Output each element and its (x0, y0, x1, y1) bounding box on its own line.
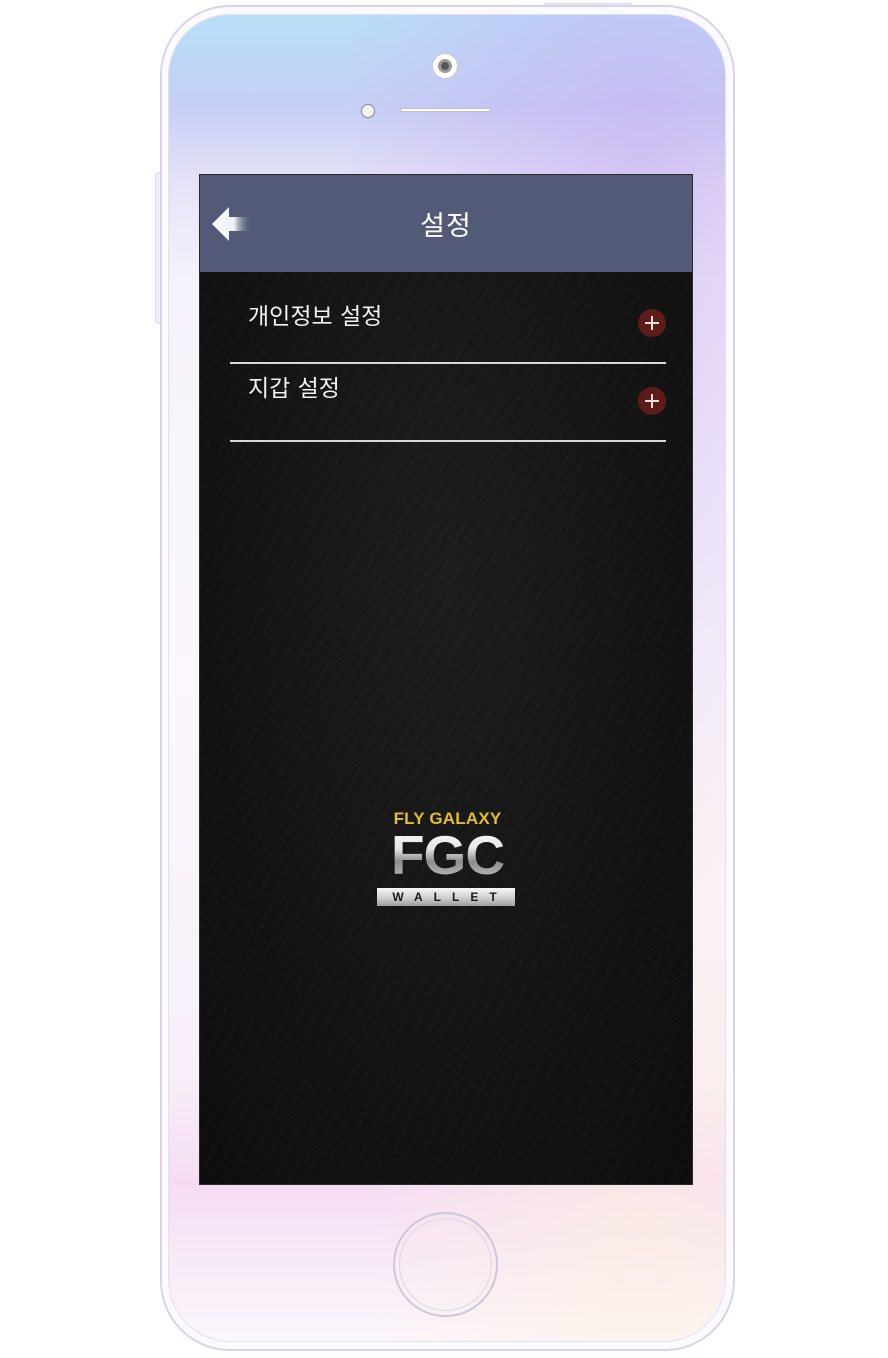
logo-wallet-bar: WALLET (377, 888, 515, 906)
plus-icon[interactable] (638, 387, 666, 415)
menu-item-wallet-settings[interactable]: 지갑 설정 (230, 364, 666, 442)
plus-icon[interactable] (638, 309, 666, 337)
app-header: 설정 (200, 175, 692, 272)
earpiece-speaker (400, 108, 491, 112)
front-camera (432, 53, 458, 79)
back-button[interactable] (212, 205, 252, 243)
home-button[interactable] (393, 1212, 498, 1317)
settings-menu: 개인정보 설정 지갑 설정 (230, 272, 666, 442)
menu-item-label: 지갑 설정 (248, 376, 340, 402)
proximity-sensor (361, 104, 375, 118)
menu-item-label: 개인정보 설정 (248, 304, 383, 330)
page-title: 설정 (420, 211, 472, 242)
fgc-wallet-logo: FLY GALAXY FGC WALLET (375, 809, 520, 909)
app-screen: 설정 개인정보 설정 지갑 설정 FLY GALAXY FGC WALLET (199, 174, 693, 1185)
arrow-left-icon (212, 207, 252, 241)
logo-wordmark: FGC (375, 823, 520, 887)
menu-item-privacy-settings[interactable]: 개인정보 설정 (230, 272, 666, 364)
